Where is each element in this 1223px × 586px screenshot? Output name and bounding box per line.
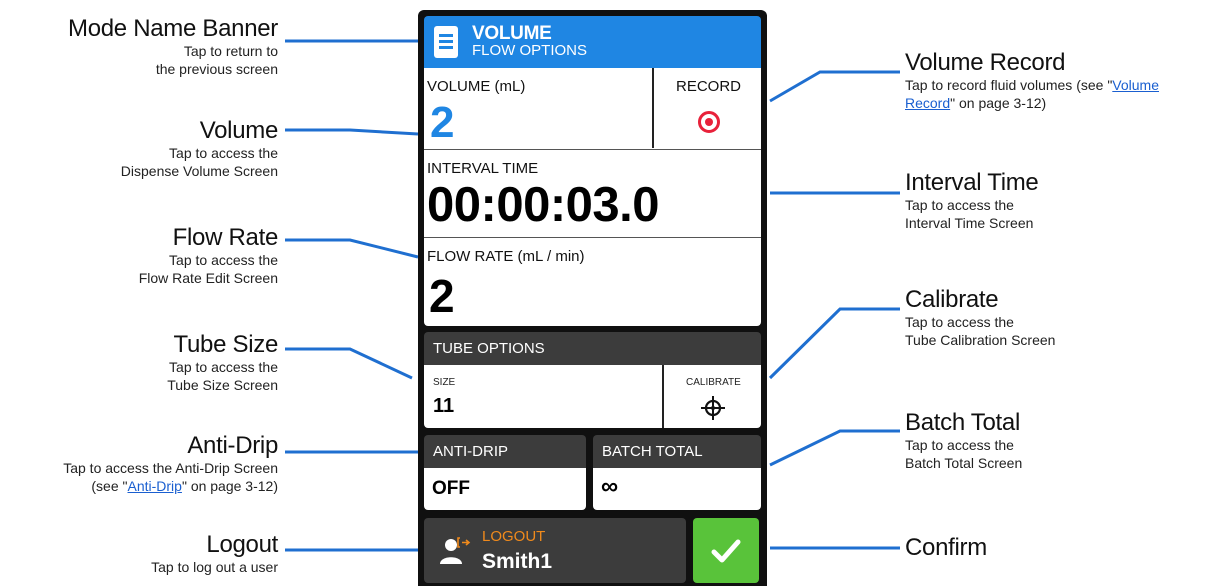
callout-title: Volume Record [905, 49, 1066, 76]
logout-button[interactable]: LOGOUT Smith1 [424, 518, 686, 583]
mode-title: VOLUME [472, 23, 552, 44]
callout-desc: Record" on page 3-12) [905, 94, 1159, 112]
tube-size-cell[interactable]: SIZE 11 [424, 365, 662, 428]
callout-calibrate: Calibrate Tap to access the Tube Calibra… [905, 287, 1055, 349]
callout-title: Flow Rate [172, 224, 279, 251]
flow-rate-value: 2 [429, 270, 455, 322]
callout-desc: Tap to access the [169, 145, 278, 161]
volume-record-link[interactable]: Record [905, 95, 950, 111]
interval-time-value: 00:00:03.0 [427, 178, 660, 232]
batch-total-label: BATCH TOTAL [602, 443, 703, 460]
callout-volume-record: Volume Record Tap to record fluid volume… [905, 50, 1159, 112]
flow-rate-cell[interactable]: FLOW RATE (mL / min) 2 [424, 238, 761, 326]
callout-desc: Tap to access the [905, 197, 1014, 213]
mode-subtitle: FLOW OPTIONS [472, 42, 588, 59]
anti-drip-value: OFF [432, 478, 470, 499]
record-button[interactable]: RECORD [652, 68, 763, 148]
callout-title: Confirm [905, 534, 987, 561]
flow-rate-label: FLOW RATE (mL / min) [427, 248, 585, 265]
tube-options-header: TUBE OPTIONS [424, 332, 761, 365]
batch-total-value: ∞ [601, 473, 619, 500]
flow-settings-panel: VOLUME (mL) 2 RECORD INTERVAL TIME 00:00… [424, 68, 761, 326]
calibrate-label: CALIBRATE [686, 377, 741, 388]
tube-size-label: SIZE [433, 377, 456, 388]
callout-desc: Interval Time Screen [905, 215, 1034, 231]
callout-desc: Tap to access the [169, 359, 278, 375]
anti-drip-header: ANTI-DRIP [424, 435, 586, 468]
checkmark-icon [711, 539, 741, 562]
anti-drip-label: ANTI-DRIP [433, 443, 508, 460]
callout-anti-drip: Anti-Drip Tap to access the Anti-Drip Sc… [63, 433, 278, 495]
mode-name-banner[interactable]: VOLUME FLOW OPTIONS [424, 16, 761, 68]
callout-title: Volume [199, 117, 279, 144]
callout-desc: Tap to access the [905, 437, 1014, 453]
record-label: RECORD [676, 78, 742, 95]
callout-tube-size: Tube Size Tap to access the Tube Size Sc… [167, 332, 278, 394]
callout-logout: Logout Tap to log out a user [151, 532, 278, 576]
crosshair-icon [701, 396, 725, 420]
callout-desc: Tap to access the [905, 314, 1014, 330]
callout-desc: Tube Size Screen [167, 377, 278, 393]
document-icon [434, 26, 458, 58]
logout-label: LOGOUT [482, 528, 546, 545]
callout-title: Calibrate [905, 286, 999, 313]
user-name: Smith1 [482, 550, 553, 573]
callout-confirm: Confirm [905, 535, 987, 561]
anti-drip-link[interactable]: Anti-Drip [127, 478, 181, 494]
callout-volume: Volume Tap to access the Dispense Volume… [120, 117, 279, 180]
callout-desc: Tap to log out a user [151, 559, 278, 575]
record-icon [698, 111, 720, 133]
volume-cell[interactable]: VOLUME (mL) 2 [424, 68, 652, 148]
callout-desc: Dispense Volume Screen [120, 163, 278, 179]
callout-desc: (see "Anti-Drip" on page 3-12) [63, 477, 278, 495]
callout-desc: Tap to access the [169, 252, 278, 268]
callout-desc: Tap to record fluid volumes (see "Volume [905, 76, 1159, 94]
callout-desc-text: Tap to record fluid volumes (see " [905, 77, 1113, 93]
anti-drip-body: OFF [424, 468, 586, 510]
interval-time-cell[interactable]: INTERVAL TIME 00:00:03.0 [424, 150, 761, 237]
callout-title: Mode Name Banner [68, 15, 278, 42]
callout-desc: Tap to return to [183, 43, 278, 59]
callout-desc-text: " on page 3-12) [181, 478, 278, 494]
callout-title: Anti-Drip [187, 432, 278, 459]
callout-title: Interval Time [905, 169, 1039, 196]
volume-label: VOLUME (mL) [427, 78, 526, 95]
callout-desc: Flow Rate Edit Screen [138, 270, 278, 286]
callout-desc: Batch Total Screen [905, 455, 1023, 471]
tube-options-title: TUBE OPTIONS [433, 340, 545, 357]
volume-value: 2 [430, 98, 455, 147]
volume-record-link[interactable]: Volume [1112, 77, 1159, 93]
batch-total-header: BATCH TOTAL [593, 435, 761, 468]
confirm-button[interactable] [693, 518, 759, 583]
batch-total-body: ∞ [593, 468, 761, 510]
callout-batch-total: Batch Total Tap to access the Batch Tota… [905, 410, 1022, 472]
callout-title: Batch Total [905, 409, 1021, 436]
callout-desc: Tube Calibration Screen [905, 332, 1056, 348]
callout-desc-text: " on page 3-12) [950, 95, 1047, 111]
callout-title: Tube Size [173, 331, 279, 358]
callout-desc: the previous screen [155, 61, 278, 77]
callout-desc-text: (see " [91, 478, 128, 494]
pump-screen: VOLUME FLOW OPTIONS VOLUME (mL) 2 RECORD… [418, 10, 767, 586]
callout-interval-time: Interval Time Tap to access the Interval… [905, 169, 1039, 232]
user-logout-icon [440, 537, 471, 564]
callout-title: Logout [206, 531, 278, 558]
callout-desc: Tap to access the Anti-Drip Screen [63, 460, 278, 476]
interval-time-label: INTERVAL TIME [427, 160, 539, 177]
tube-options-body: SIZE 11 CALIBRATE [424, 365, 761, 428]
tube-size-value: 11 [433, 395, 455, 417]
calibrate-button[interactable]: CALIBRATE [664, 365, 761, 428]
callout-mode-name-banner: Mode Name Banner Tap to return to the pr… [68, 16, 278, 78]
callout-flow-rate: Flow Rate Tap to access the Flow Rate Ed… [138, 224, 279, 287]
